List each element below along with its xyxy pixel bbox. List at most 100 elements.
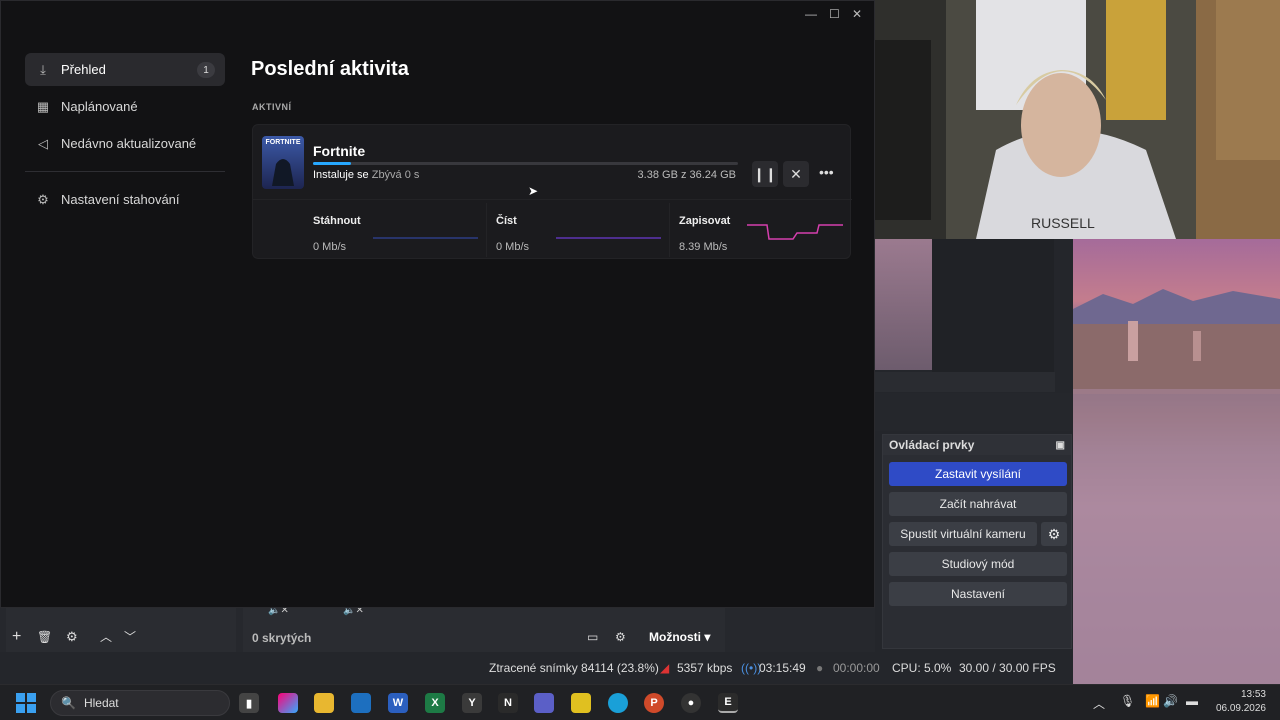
clock-time: 13:53 — [1240, 689, 1266, 700]
sidebar-item-label: Nastavení stahování — [61, 192, 180, 207]
more-options-icon[interactable]: ••• — [819, 164, 834, 180]
close-icon: ✕ — [790, 165, 802, 182]
sidebar-item-download-settings[interactable]: ⚙ Nastavení stahování — [25, 183, 225, 216]
pause-button[interactable]: ❙❙ — [752, 161, 778, 187]
volume-icon[interactable]: 🔊 — [1163, 694, 1178, 708]
thumbnail-text: FORTNITE — [265, 139, 301, 146]
bitrate: 5357 kbps — [677, 661, 733, 675]
show-hidden-icons-chevron-icon[interactable]: ︿ — [1093, 695, 1105, 712]
megaphone-icon: ◁ — [38, 135, 48, 151]
gear-icon: ⚙ — [37, 191, 49, 207]
section-label: AKTIVNÍ — [252, 102, 292, 112]
settings-button[interactable]: Nastavení — [889, 582, 1067, 606]
taskbar-search[interactable]: 🔍 Hledat — [50, 690, 230, 716]
game-title[interactable]: Fortnite — [313, 143, 365, 159]
start-virtual-camera-button[interactable]: Spustit virtuální kameru — [889, 522, 1037, 546]
progress-bar — [313, 162, 738, 165]
sidebar-item-overview[interactable]: ⤓ Přehled 1 — [25, 53, 225, 86]
studio-mode-button[interactable]: Studiový mód — [889, 552, 1067, 576]
pause-icon: ❙❙ — [753, 165, 777, 182]
search-placeholder: Hledat — [83, 696, 119, 710]
battery-icon[interactable]: ▬ — [1186, 694, 1198, 708]
webcam-preview: RUSSELL — [856, 0, 1280, 239]
sidebar-item-label: Naplánované — [61, 99, 138, 114]
teams-icon[interactable] — [534, 693, 554, 713]
obs-status-bar: Ztracené snímky 84114 (23.8%) ◢ 5357 kbp… — [0, 652, 1072, 684]
word-icon[interactable]: W — [388, 693, 408, 713]
download-size: 3.38 GB z 36.24 GB — [637, 169, 736, 181]
windows-taskbar: 🔍 Hledat ▮ W X Y N P ● E ︿ 🎙 📶 🔊 ▬ 13:53… — [0, 684, 1280, 720]
virtual-camera-settings-gear-icon[interactable]: ⚙ — [1041, 522, 1067, 546]
yammer-icon[interactable]: Y — [462, 693, 482, 713]
record-icon: ● — [816, 661, 824, 675]
move-up-icon[interactable]: ︿ — [100, 628, 112, 645]
source-properties-gear-icon[interactable]: ⚙ — [66, 629, 78, 645]
advanced-audio-icon[interactable]: ⚙ — [615, 630, 626, 644]
maximize-icon[interactable]: ☐ — [829, 7, 840, 21]
undock-icon[interactable]: ▣ — [1056, 440, 1065, 451]
stop-streaming-button[interactable]: Zastavit vysílání — [889, 462, 1067, 486]
webcam-image: RUSSELL — [856, 0, 1280, 239]
write-speed-value: 8.39 Mb/s — [679, 241, 728, 253]
edge-icon[interactable] — [608, 693, 628, 713]
write-speed-title: Zapisovat — [679, 215, 731, 227]
fortnite-thumbnail[interactable]: FORTNITE — [262, 136, 304, 189]
download-speed-value: 0 Mb/s — [313, 241, 347, 253]
overview-count-badge: 1 — [197, 62, 215, 78]
clock-date: 06.09.2026 — [1215, 703, 1266, 714]
clock[interactable]: 13:53 06.09.2026 — [1210, 688, 1266, 716]
install-status-label: Instaluje se — [313, 169, 369, 181]
audio-mixer-toolbar: 🔈✕ 🔈✕ 0 skrytých ▭ ⚙ Možnosti ▾ — [243, 605, 725, 652]
copilot-icon[interactable] — [278, 693, 298, 713]
move-down-icon[interactable]: ﹀ — [124, 628, 136, 645]
city-skyline-image — [1073, 289, 1280, 684]
download-speed-title: Stáhnout — [313, 215, 361, 227]
microphone-icon[interactable]: 🎙 — [1120, 694, 1135, 708]
cancel-download-button[interactable]: ✕ — [783, 161, 809, 187]
close-window-icon[interactable]: ✕ — [852, 7, 862, 21]
sticky-notes-icon[interactable] — [571, 693, 591, 713]
epic-games-icon[interactable]: E — [718, 693, 738, 713]
sidebar-item-recently-updated[interactable]: ◁ Nedávno aktualizované — [25, 127, 225, 160]
scene-preview-dark — [932, 239, 1054, 372]
preview-strip — [875, 372, 1055, 392]
sidebar-item-scheduled[interactable]: ▦ Naplánované — [25, 90, 225, 123]
download-graph — [373, 237, 478, 239]
start-recording-button[interactable]: Začít nahrávat — [889, 492, 1067, 516]
download-icon: ⤓ — [40, 61, 46, 77]
notion-icon[interactable]: N — [498, 693, 518, 713]
wifi-icon[interactable]: 📶 — [1145, 694, 1160, 708]
powerpoint-icon[interactable]: P — [644, 693, 664, 713]
thumbnail-art — [272, 159, 294, 186]
store-icon[interactable] — [351, 693, 371, 713]
add-source-icon[interactable]: + — [12, 628, 21, 646]
sources-toolbar: + 🗑 ⚙ ︿ ﹀ — [6, 608, 236, 652]
time-remaining: Zbývá 0 s — [371, 169, 420, 181]
options-dropdown[interactable]: Možnosti ▾ — [649, 630, 710, 644]
svg-text:RUSSELL: RUSSELL — [1031, 215, 1095, 231]
windows-start-icon[interactable] — [16, 693, 36, 713]
download-card: FORTNITE Fortnite Instaluje se Zbývá 0 s… — [252, 124, 852, 259]
obs-icon[interactable]: ● — [681, 693, 701, 713]
controls-dock: Ovládací prvky ▣ Zastavit vysílání Začít… — [882, 434, 1072, 649]
search-icon: 🔍 — [61, 696, 76, 710]
read-speed-value: 0 Mb/s — [496, 241, 530, 253]
sidebar-item-label: Přehled — [61, 62, 106, 77]
sidebar-divider — [25, 171, 225, 172]
task-view-icon[interactable]: ▮ — [239, 693, 259, 713]
scene-preview-thumbnail — [875, 239, 932, 370]
epic-launcher-window: — ☐ ✕ ⤓ Přehled 1 ▦ Naplánované ◁ Nedávn… — [0, 0, 875, 608]
page-title: Poslední aktivita — [251, 58, 409, 80]
sidebar-item-label: Nedávno aktualizované — [61, 136, 197, 151]
layout-icon[interactable]: ▭ — [587, 630, 598, 644]
minimize-icon[interactable]: — — [805, 7, 817, 21]
remove-source-icon[interactable]: 🗑 — [37, 630, 52, 644]
hidden-count: 0 skrytých — [252, 631, 312, 645]
record-time: 00:00:00 — [833, 661, 880, 675]
calendar-icon: ▦ — [36, 98, 50, 114]
file-explorer-icon[interactable] — [314, 693, 334, 713]
excel-icon[interactable]: X — [425, 693, 445, 713]
controls-dock-header: Ovládací prvky ▣ — [883, 435, 1071, 455]
read-speed-title: Číst — [496, 215, 517, 227]
dropped-frames: Ztracené snímky 84114 (23.8%) — [489, 661, 659, 675]
